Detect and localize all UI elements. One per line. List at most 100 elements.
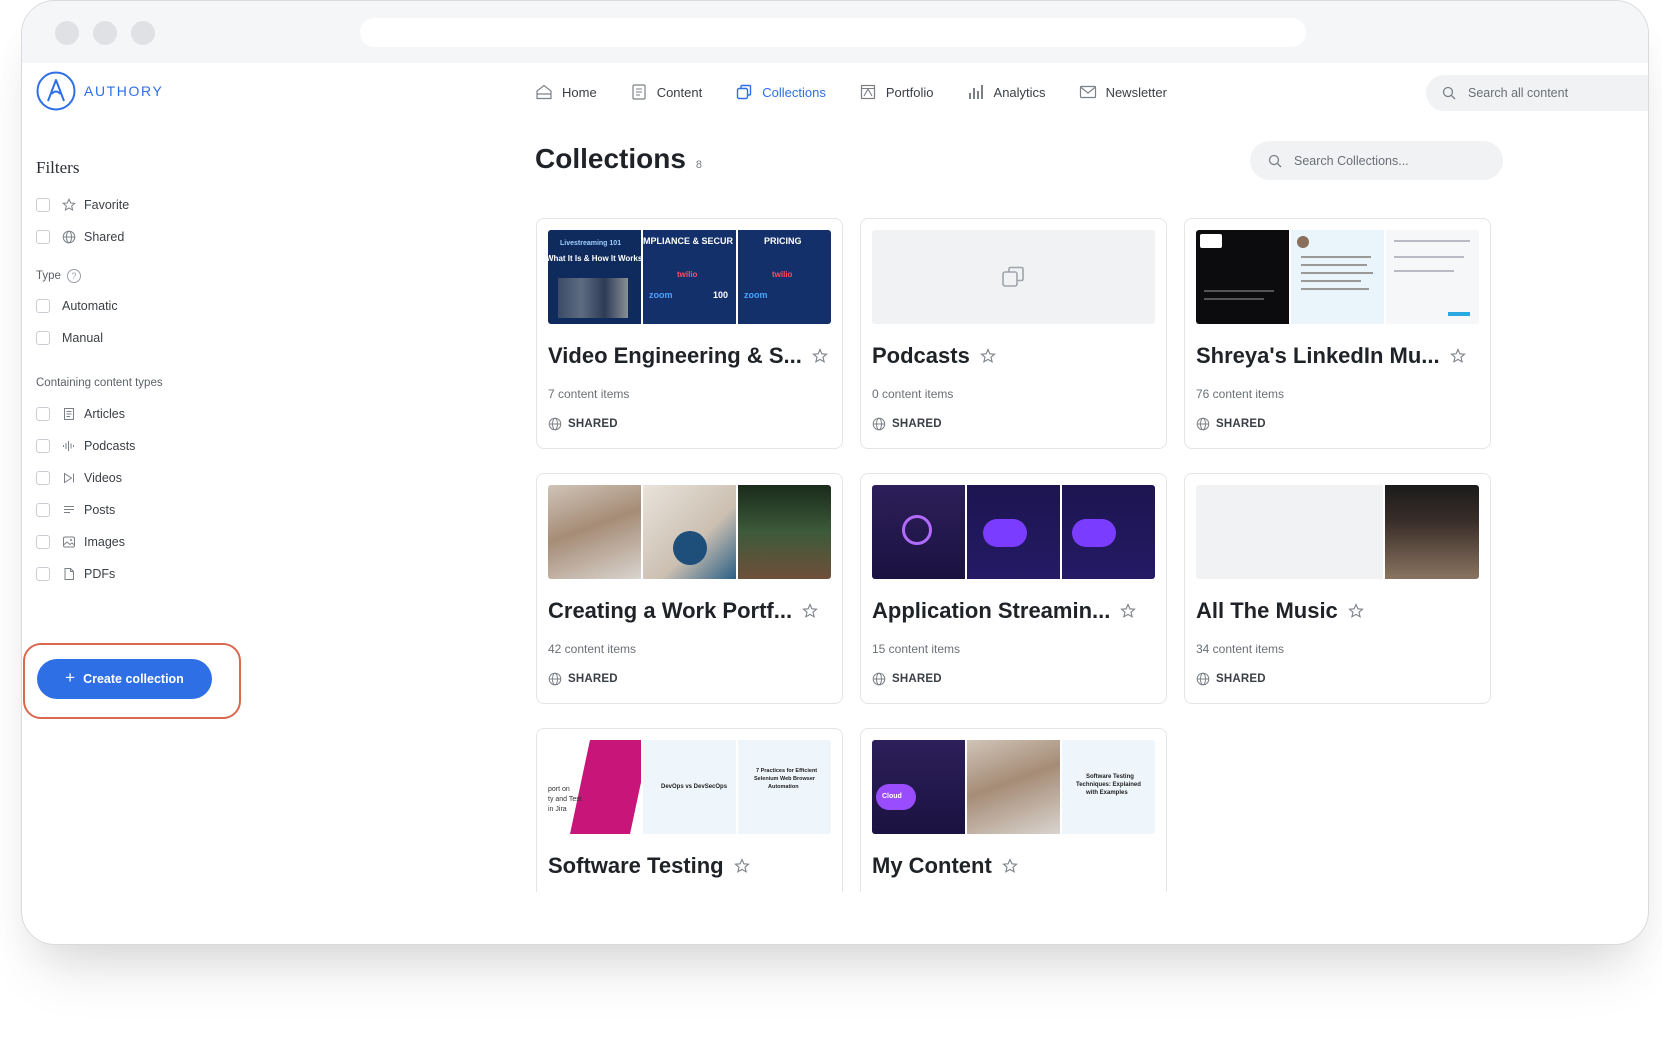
card-title-text: Video Engineering & S... (548, 343, 802, 368)
thumb-text: DevOps vs DevSecOps (661, 784, 728, 790)
thumb-line (1204, 290, 1274, 292)
thumb-text: What It Is & How It Works (548, 254, 641, 263)
favorite-star-icon[interactable] (1347, 603, 1364, 619)
thumb-text: twilio (772, 270, 793, 279)
card-item-count: 42 content items (548, 642, 637, 656)
thumb-line (1204, 298, 1264, 300)
thumb-text: Selenium Web Browser (754, 776, 816, 782)
thumbnail-image (872, 485, 965, 579)
collections-grid: Livestreaming 101 What It Is & How It Wo… (22, 1, 1648, 892)
thumb-text: port on (548, 786, 570, 793)
shared-badge: SHARED (872, 672, 942, 686)
shared-badge-label: SHARED (1216, 418, 1266, 430)
thumbnail-image (643, 485, 736, 579)
collection-card[interactable]: Livestreaming 101 What It Is & How It Wo… (536, 218, 843, 449)
card-title-text: Application Streamin... (872, 598, 1111, 623)
thumb-text: ty and Test (548, 796, 582, 803)
card-title[interactable]: Shreya's LinkedIn Mu... (1196, 343, 1466, 369)
card-title[interactable]: All The Music (1196, 598, 1364, 624)
thumbnail-image: 7 Practices for Efficient Selenium Web B… (738, 740, 831, 834)
card-title-text: All The Music (1196, 598, 1338, 623)
thumb-people (558, 278, 628, 318)
thumb-text: Software Testing (1086, 774, 1134, 780)
card-title[interactable]: Video Engineering & S... (548, 343, 828, 369)
thumb-text: twilio (677, 270, 698, 279)
thumbnail-image (1385, 485, 1479, 579)
favorite-star-icon[interactable] (733, 858, 750, 874)
shared-badge: SHARED (548, 672, 618, 686)
card-thumbnails: port on ty and Test in Jira DevOps vs De… (548, 740, 831, 834)
thumb-line (1301, 272, 1373, 274)
thumb-text: MPLIANCE & SECUR (643, 236, 734, 246)
card-title[interactable]: Software Testing (548, 853, 750, 879)
card-title-text: Podcasts (872, 343, 970, 368)
thumb-text: PRICING (764, 236, 802, 246)
shared-badge-label: SHARED (568, 673, 618, 685)
card-title[interactable]: My Content (872, 853, 1018, 879)
card-thumbnails (1196, 230, 1479, 324)
gear-icon (902, 515, 932, 545)
collection-card[interactable]: Creating a Work Portf... 42 content item… (536, 473, 843, 704)
card-thumbnails (1196, 485, 1479, 579)
thumbnail-image: Software Testing Techniques: Explained w… (1062, 740, 1155, 834)
thumb-button-block (1448, 312, 1470, 316)
shared-badge: SHARED (872, 417, 942, 431)
shared-badge: SHARED (1196, 417, 1266, 431)
card-title[interactable]: Creating a Work Portf... (548, 598, 818, 624)
card-title[interactable]: Podcasts (872, 343, 996, 369)
collection-card[interactable]: Podcasts 0 content items SHARED (860, 218, 1167, 449)
thumb-text: Livestreaming 101 (560, 240, 622, 247)
thumbnail-image (738, 485, 831, 579)
globe-icon (548, 417, 562, 431)
thumb-text: Automation (768, 784, 799, 790)
card-thumbnails (872, 230, 1155, 324)
thumb-line (1301, 256, 1371, 258)
favorite-star-icon[interactable] (1001, 858, 1018, 874)
thumb-text: Techniques: Explained (1076, 782, 1141, 788)
card-thumbnails: Cloud Software Testing Techniques: Expla… (872, 740, 1155, 834)
card-title[interactable]: Application Streamin... (872, 598, 1137, 624)
favorite-star-icon[interactable] (1120, 603, 1137, 619)
thumbnail-image: Cloud (872, 740, 965, 834)
thumb-logo-block (1200, 234, 1222, 248)
favorite-star-icon[interactable] (979, 348, 996, 364)
shared-badge: SHARED (548, 417, 618, 431)
card-item-count: 15 content items (872, 642, 961, 656)
shared-badge-label: SHARED (892, 418, 942, 430)
thumb-line (1394, 256, 1464, 258)
cloud-icon (1072, 519, 1116, 547)
globe-icon (548, 672, 562, 686)
collection-card[interactable]: Shreya's LinkedIn Mu... 76 content items… (1184, 218, 1491, 449)
browser-window: AUTHORY Home Content Collections Portfol… (21, 0, 1649, 945)
thumb-text: 7 Practices for Efficient (756, 768, 818, 774)
card-title-text: Shreya's LinkedIn Mu... (1196, 343, 1440, 368)
thumb-line (1301, 280, 1361, 282)
thumbnail-image (1386, 230, 1479, 324)
thumb-line (1301, 264, 1367, 266)
thumbnail-image (967, 485, 1060, 579)
shared-badge-label: SHARED (892, 673, 942, 685)
card-thumbnails (872, 485, 1155, 579)
collection-card[interactable]: Cloud Software Testing Techniques: Expla… (860, 728, 1167, 892)
thumbnail-image (1291, 230, 1384, 324)
favorite-star-icon[interactable] (812, 348, 828, 364)
thumbnail-image (967, 740, 1060, 834)
card-title-text: My Content (872, 853, 992, 878)
thumbnail-image (548, 485, 641, 579)
thumb-text: zoom (649, 290, 673, 300)
thumb-line (1394, 240, 1470, 242)
collection-card[interactable]: Application Streamin... 15 content items… (860, 473, 1167, 704)
thumb-text: in Jira (548, 806, 567, 813)
globe-icon (872, 672, 886, 686)
favorite-star-icon[interactable] (1449, 348, 1466, 364)
thumbnail-image (1062, 485, 1155, 579)
shared-badge-label: SHARED (568, 418, 618, 430)
collection-card[interactable]: All The Music 34 content items SHARED (1184, 473, 1491, 704)
thumb-line (1301, 288, 1369, 290)
thumbnail-image (1196, 230, 1289, 324)
card-thumbnails (548, 485, 831, 579)
collection-card[interactable]: port on ty and Test in Jira DevOps vs De… (536, 728, 843, 892)
shared-badge-label: SHARED (1216, 673, 1266, 685)
favorite-star-icon[interactable] (802, 603, 818, 619)
thumbnail-image: PRICING twilio zoom (738, 230, 831, 324)
